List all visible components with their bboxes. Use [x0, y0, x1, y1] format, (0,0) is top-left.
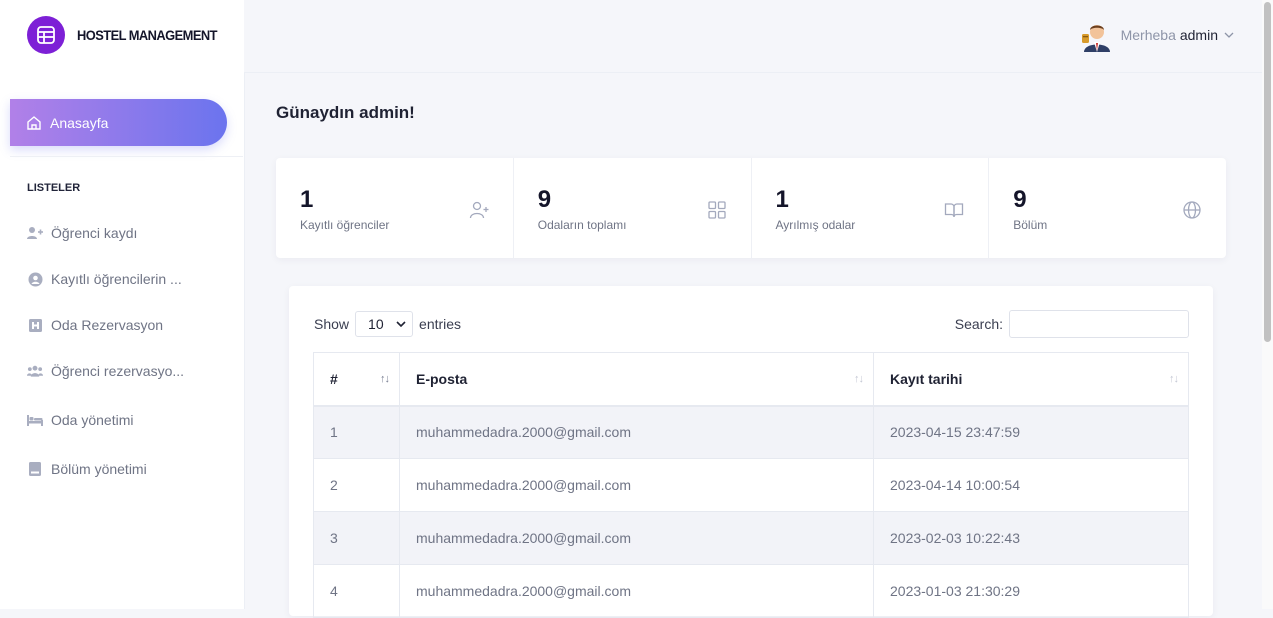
sidebar-item-anasayfa[interactable]: Anasayfa — [10, 99, 227, 146]
page-title: Günaydın admin! — [276, 103, 415, 122]
stat-label: Ayrılmış odalar — [775, 218, 856, 232]
sort-icon: ↑↓ — [380, 373, 390, 385]
sidebar-section-title: LISTELER — [27, 182, 81, 194]
cell-number: 3 — [313, 511, 400, 565]
sort-icon: ↑↓ — [854, 373, 864, 385]
column-header-number[interactable]: # ↑↓ — [313, 352, 400, 407]
book-icon — [27, 461, 43, 477]
stats-card: 1 Kayıtlı öğrenciler 9 Odaların toplamı … — [276, 158, 1226, 258]
cell-date: 2023-04-14 10:00:54 — [873, 458, 1189, 512]
cell-number: 4 — [313, 564, 400, 618]
table-header-row: # ↑↓ E-posta ↑↓ Kayıt tarihi ↑↓ — [313, 352, 1189, 407]
stat-label: Odaların toplamı — [537, 218, 627, 232]
sort-icon: ↑↓ — [1169, 373, 1179, 385]
sidebar-item-oda-rezervasyon[interactable]: Oda Rezervasyon — [27, 315, 163, 335]
sidebar-item-ogrenci-rezervasyon[interactable]: Öğrenci rezervasyo... — [27, 361, 184, 381]
sidebar-item-bolum-yonetimi[interactable]: Bölüm yönetimi — [27, 459, 147, 479]
sidebar-item-kayitli-ogrenciler[interactable]: Kayıtlı öğrencilerin ... — [27, 269, 182, 289]
users-icon — [27, 363, 43, 379]
sidebar-item-label: Oda yönetimi — [51, 412, 134, 428]
entries-select[interactable]: 10 — [355, 311, 414, 337]
stat-value: 1 — [300, 186, 314, 213]
column-header-registration-date[interactable]: Kayıt tarihi ↑↓ — [873, 352, 1189, 407]
sidebar-item-label: Kayıtlı öğrencilerin ... — [51, 271, 182, 287]
sidebar: HOSTEL MANAGEMENT Anasayfa LISTELER Öğre… — [0, 0, 245, 609]
sidebar-item-label: Öğrenci rezervasyo... — [51, 363, 185, 379]
cell-date: 2023-04-15 23:47:59 — [873, 405, 1189, 459]
stat-departments: 9 Bölüm — [989, 158, 1226, 258]
username: admin — [1179, 27, 1218, 43]
sidebar-item-oda-yonetimi[interactable]: Oda yönetimi — [27, 410, 133, 430]
table-search: Search: — [955, 310, 1189, 338]
user-menu[interactable]: Merheba admin — [1081, 18, 1234, 52]
entries-length-control: Show 10 entries — [314, 311, 461, 337]
globe-icon — [1182, 200, 1202, 220]
brand[interactable]: HOSTEL MANAGEMENT — [27, 16, 229, 54]
column-header-label: E-posta — [416, 370, 468, 387]
page-scrollbar[interactable] — [1262, 0, 1273, 609]
scrollbar-thumb[interactable] — [1264, 2, 1271, 342]
grid-icon — [707, 200, 727, 220]
stat-total-rooms: 9 Odaların toplamı — [514, 158, 752, 258]
stat-value: 9 — [537, 186, 552, 213]
column-header-label: Kayıt tarihi — [890, 370, 963, 387]
cell-email: muhammedadra.2000@gmail.com — [399, 511, 874, 565]
stat-value: 9 — [1013, 186, 1027, 213]
brand-logo-icon — [27, 16, 65, 54]
table-row[interactable]: 3 muhammedadra.2000@gmail.com 2023-02-03… — [313, 511, 1189, 565]
topbar: Merheba admin — [244, 0, 1262, 73]
brand-name: HOSTEL MANAGEMENT — [77, 27, 217, 43]
length-suffix: entries — [419, 316, 462, 332]
cell-date: 2023-01-03 21:30:29 — [873, 564, 1189, 618]
book-open-icon — [944, 200, 964, 220]
greeting-text: Merheba — [1120, 27, 1176, 43]
sidebar-item-label: Bölüm yönetimi — [51, 461, 147, 477]
cell-date: 2023-02-03 10:22:43 — [873, 511, 1189, 565]
sidebar-item-ogrenci-kaydi[interactable]: Öğrenci kaydı — [27, 223, 137, 243]
cell-email: muhammedadra.2000@gmail.com — [399, 564, 874, 618]
bed-icon — [27, 412, 43, 428]
search-label: Search: — [954, 316, 1003, 332]
search-input[interactable] — [1009, 310, 1189, 338]
stat-label: Bölüm — [1013, 218, 1048, 232]
cell-email: muhammedadra.2000@gmail.com — [399, 405, 874, 459]
cell-number: 1 — [313, 405, 400, 459]
sidebar-item-label: Öğrenci kaydı — [51, 225, 138, 241]
stat-registered-students: 1 Kayıtlı öğrenciler — [276, 158, 514, 258]
sidebar-divider — [10, 156, 243, 157]
sidebar-item-label: Anasayfa — [50, 114, 109, 131]
table-row[interactable]: 4 muhammedadra.2000@gmail.com 2023-01-03… — [313, 564, 1189, 618]
chevron-down-icon — [396, 321, 406, 327]
table-row[interactable]: 2 muhammedadra.2000@gmail.com 2023-04-14… — [313, 458, 1189, 512]
user-plus-icon — [469, 200, 489, 220]
stat-reserved-rooms: 1 Ayrılmış odalar — [752, 158, 990, 258]
column-header-label: # — [330, 370, 338, 387]
entries-select-value: 10 — [368, 316, 384, 332]
table-row[interactable]: 1 muhammedadra.2000@gmail.com 2023-04-15… — [313, 405, 1189, 459]
chevron-down-icon — [1224, 32, 1234, 38]
room-icon — [27, 317, 43, 333]
stat-label: Kayıtlı öğrenciler — [300, 218, 390, 232]
avatar — [1081, 18, 1113, 52]
cell-number: 2 — [313, 458, 400, 512]
registrations-table: # ↑↓ E-posta ↑↓ Kayıt tarihi ↑↓ 1 muhamm… — [313, 352, 1189, 618]
stat-value: 1 — [775, 186, 789, 213]
length-prefix: Show — [314, 316, 350, 332]
home-icon — [26, 115, 42, 131]
sidebar-item-label: Oda Rezervasyon — [51, 317, 164, 333]
table-card: Show 10 entries Search: # ↑↓ E-posta ↑↓ — [289, 286, 1213, 618]
user-circle-icon — [27, 271, 43, 287]
cell-email: muhammedadra.2000@gmail.com — [399, 458, 874, 512]
user-plus-icon — [27, 225, 43, 241]
column-header-email[interactable]: E-posta ↑↓ — [399, 352, 874, 407]
